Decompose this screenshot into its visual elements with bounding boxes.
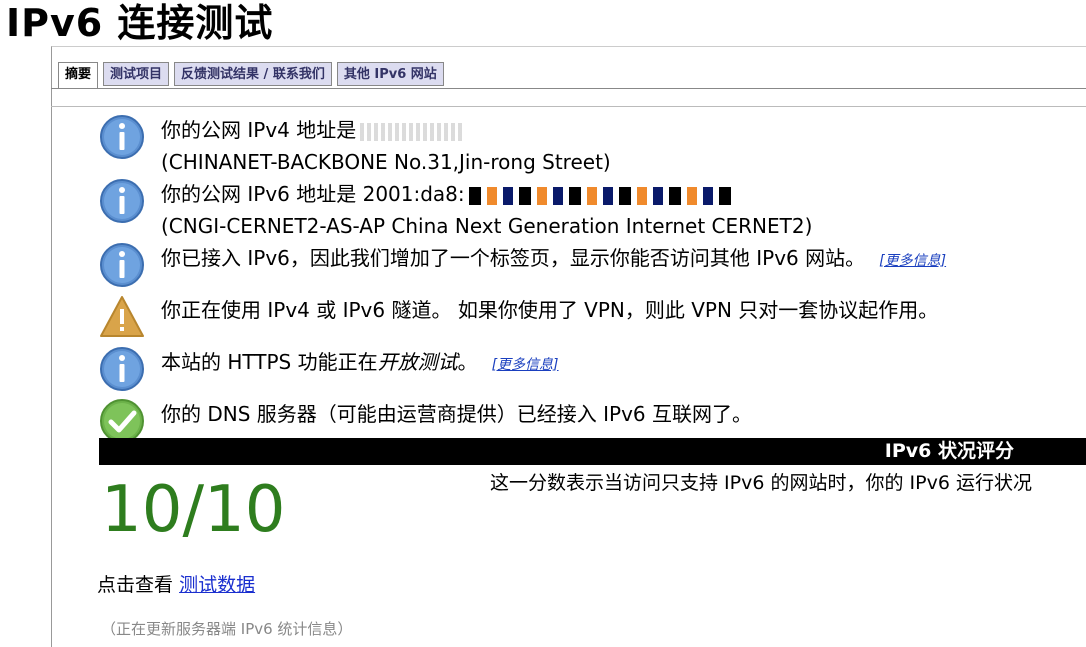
tunnel-text: 你正在使用 IPv4 或 IPv6 隧道。 如果你使用了 VPN，则此 VPN … — [161, 298, 939, 322]
https-text-italic: 开放测试 — [377, 350, 458, 374]
info-icon — [100, 115, 144, 159]
ipv6-label: 你的公网 IPv6 地址是 2001:da8: — [161, 182, 465, 206]
tab-summary[interactable]: 摘要 — [58, 62, 99, 89]
more-info-link[interactable]: [更多信息] — [492, 357, 559, 373]
score-value: 10/10 — [101, 473, 286, 547]
tab-test-items[interactable]: 测试项目 — [103, 62, 170, 86]
redacted-ipv6-address — [468, 186, 737, 205]
tab-other-sites[interactable]: 其他 IPv6 网站 — [336, 62, 444, 86]
result-list: 你的公网 IPv4 地址是 (CHINANET-BACKBONE No.31,J… — [99, 114, 1079, 450]
result-row-tab-added: 你已接入 IPv6，因此我们增加了一个标签页，显示你能否访问其他 IPv6 网站… — [99, 242, 1079, 294]
tab-added-text: 你已接入 IPv6，因此我们增加了一个标签页，显示你能否访问其他 IPv6 网站… — [161, 246, 866, 270]
ipv4-isp: (CHINANET-BACKBONE No.31,Jin-rong Street… — [161, 150, 611, 174]
score-header-bar: IPv6 状况评分 — [99, 438, 1086, 465]
result-row-ipv4: 你的公网 IPv4 地址是 (CHINANET-BACKBONE No.31,J… — [99, 114, 1079, 178]
result-row-tunnel: 你正在使用 IPv4 或 IPv6 隧道。 如果你使用了 VPN，则此 VPN … — [99, 294, 1079, 346]
ipv6-isp: (CNGI-CERNET2-AS-AP China Next Generatio… — [161, 214, 813, 238]
result-row-ipv6: 你的公网 IPv6 地址是 2001:da8: (CNGI-CERNET2-AS… — [99, 178, 1079, 242]
warning-icon — [100, 296, 144, 337]
dns-text: 你的 DNS 服务器（可能由运营商提供）已经接入 IPv6 互联网了。 — [161, 402, 753, 426]
tab-feedback[interactable]: 反馈测试结果 / 联系我们 — [174, 62, 332, 86]
stats-line: 点击查看 测试数据 — [97, 572, 255, 598]
content-divider — [51, 106, 1086, 107]
result-row-https: 本站的 HTTPS 功能正在开放测试。 [更多信息] — [99, 346, 1079, 398]
info-icon — [100, 179, 144, 223]
https-text-prefix: 本站的 HTTPS 功能正在 — [161, 350, 378, 374]
ipv4-label: 你的公网 IPv4 地址是 — [161, 118, 357, 142]
tab-bar: 摘要 测试项目 反馈测试结果 / 联系我们 其他 IPv6 网站 — [58, 62, 444, 90]
info-icon — [100, 347, 144, 391]
score-header-label: IPv6 状况评分 — [884, 440, 1014, 462]
page-title: IPv6 连接测试 — [6, 1, 274, 45]
stats-link[interactable]: 测试数据 — [179, 574, 255, 596]
redacted-ipv4-address — [360, 122, 465, 141]
more-info-link[interactable]: [更多信息] — [879, 253, 946, 269]
info-icon — [100, 243, 144, 287]
https-text-suffix: 。 — [457, 350, 478, 374]
tab-divider — [51, 88, 1086, 89]
update-note: （正在更新服务器端 IPv6 统计信息） — [101, 620, 353, 638]
score-description: 这一分数表示当访问只支持 IPv6 的网站时，你的 IPv6 运行状况 — [490, 472, 1032, 494]
stats-prefix: 点击查看 — [97, 574, 174, 596]
